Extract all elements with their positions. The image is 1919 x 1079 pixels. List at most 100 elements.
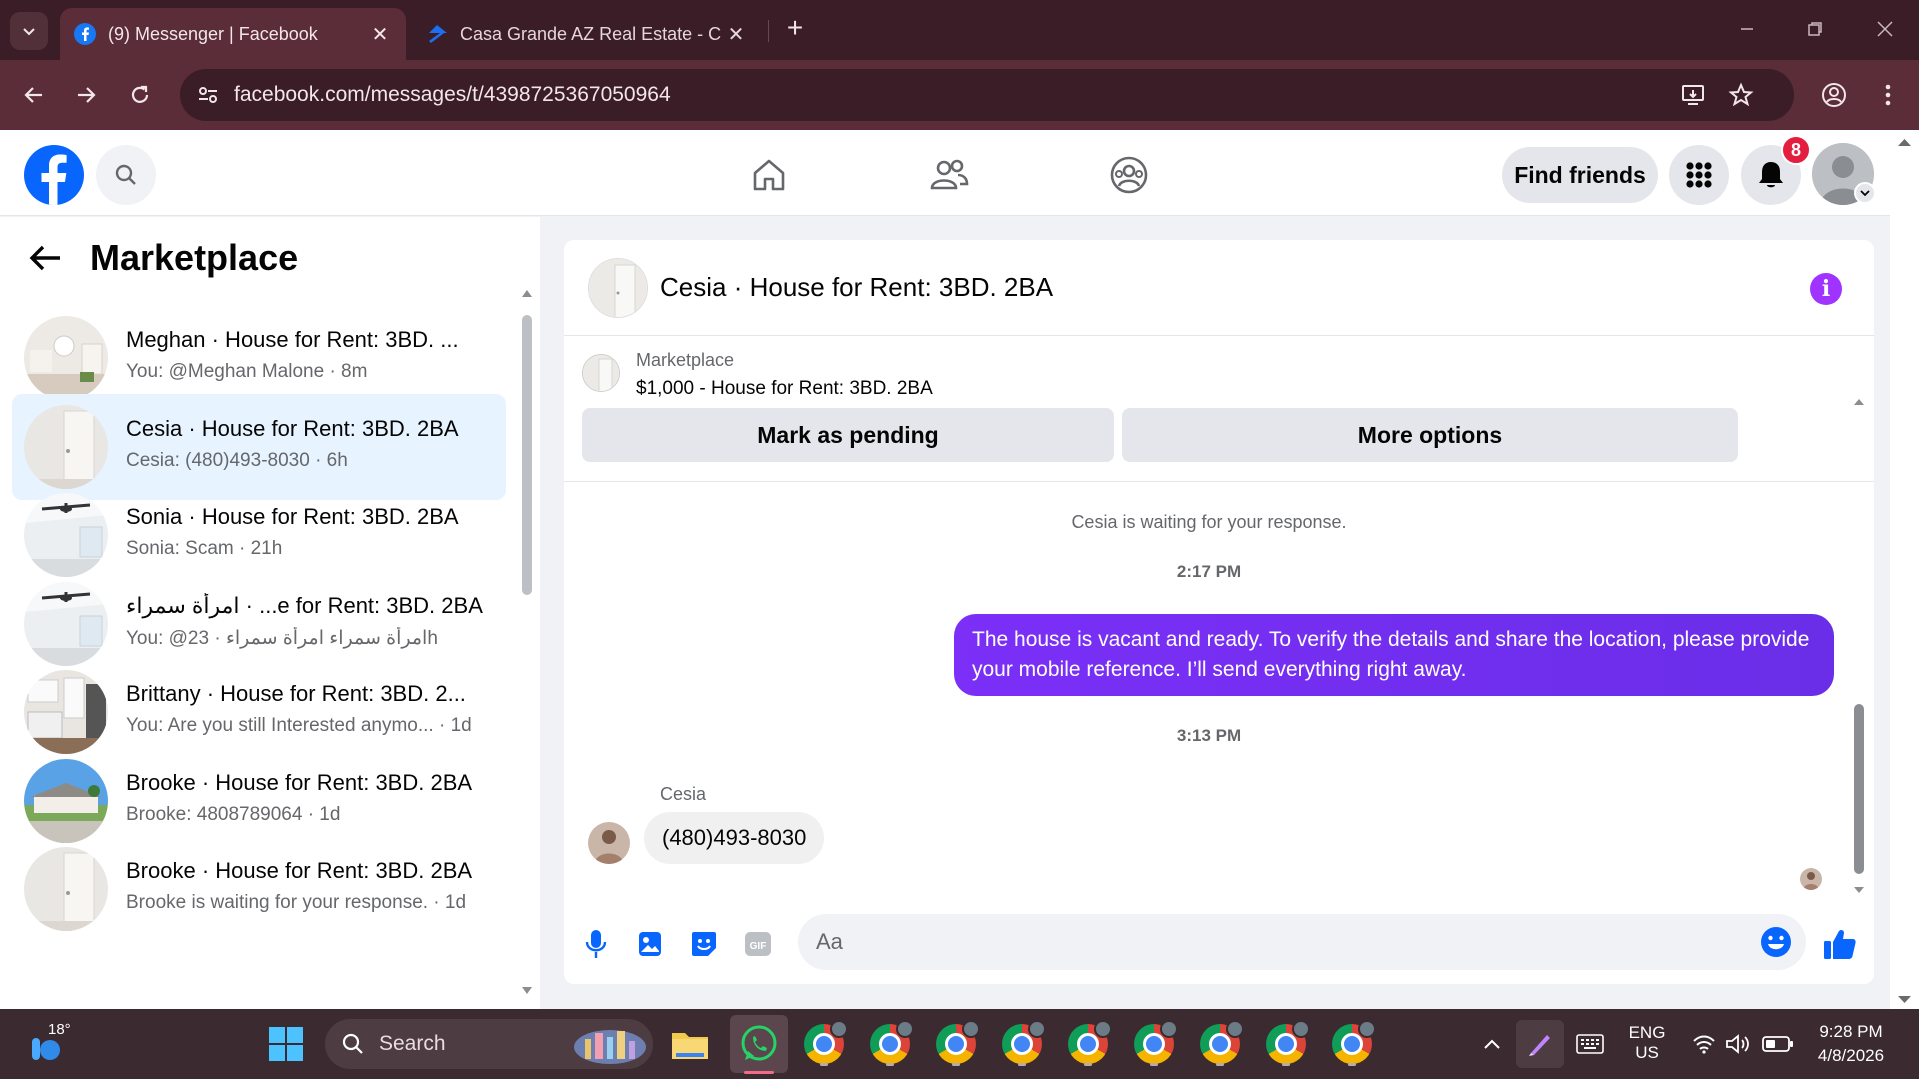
show-hidden-icons-chevron-icon[interactable]	[1468, 1020, 1516, 1068]
sticker-icon[interactable]	[686, 926, 722, 962]
windows-taskbar: 18° Search ENG US 9:28 PM 4/8/2026	[0, 1009, 1919, 1079]
taskbar-search[interactable]: Search	[325, 1019, 653, 1069]
whatsapp-icon[interactable]	[730, 1015, 788, 1074]
timestamp: 2:17 PM	[1176, 562, 1242, 581]
gif-icon[interactable]: GIF	[740, 926, 776, 962]
tab-real-estate[interactable]: Casa Grande AZ Real Estate - C ✕	[412, 8, 762, 60]
photo-icon[interactable]	[632, 926, 668, 962]
install-app-icon[interactable]	[1680, 82, 1706, 108]
conversation-title: Meghan · House for Rent: 3BD. ...	[126, 327, 459, 352]
input-language-indicator[interactable]: ENG US	[1626, 1023, 1668, 1063]
sender-avatar[interactable]	[588, 822, 630, 864]
conversation-item[interactable]: Brooke · House for Rent: 3BD. 2BA Brooke …	[12, 836, 506, 942]
listing-thumbnail[interactable]	[582, 354, 620, 392]
outgoing-message-bubble[interactable]: The house is vacant and ready. To verify…	[954, 614, 1834, 696]
back-arrow-icon[interactable]	[16, 77, 52, 113]
site-settings-icon[interactable]	[196, 83, 220, 107]
conversation-preview: Brooke: 4808789064 · 1d	[126, 803, 341, 825]
back-arrow-icon[interactable]	[28, 243, 62, 273]
forward-arrow-icon[interactable]	[68, 77, 104, 113]
taskbar-search-label: Search	[379, 1032, 446, 1055]
sidebar-scrollbar-thumb[interactable]	[522, 315, 532, 595]
address-bar[interactable]: facebook.com/messages/t/4398725367050964	[180, 69, 1794, 121]
conversation-preview: You: @امرأة سمراء امرأة سمراء · 23h	[126, 627, 438, 649]
chat-scroll-up-arrow-icon[interactable]	[1853, 396, 1865, 408]
chat-panel: Cesia · House for Rent: 3BD. 2BA i Marke…	[564, 240, 1874, 984]
account-chevron-down-icon[interactable]	[1854, 182, 1876, 204]
info-icon[interactable]: i	[1810, 273, 1842, 305]
profile-icon[interactable]	[1816, 77, 1852, 113]
more-options-button[interactable]: More options	[1122, 408, 1738, 462]
minimize-icon[interactable]	[1732, 14, 1762, 44]
seen-by-avatar	[1800, 868, 1822, 890]
clock[interactable]: 9:28 PM 4/8/2026	[1806, 1022, 1896, 1066]
chat-scroll-down-arrow-icon[interactable]	[1853, 884, 1865, 896]
facebook-logo-icon[interactable]	[24, 145, 84, 205]
kebab-menu-icon[interactable]	[1870, 77, 1906, 113]
clock-date: 4/8/2026	[1817, 1046, 1885, 1065]
restore-icon[interactable]	[1800, 14, 1830, 44]
conversation-preview: Sonia: Scam · 21h	[126, 538, 283, 559]
close-window-icon[interactable]	[1870, 14, 1900, 44]
conversation-preview: You: @Meghan Malone · 8m	[126, 361, 368, 382]
region-code: US	[1635, 1043, 1659, 1062]
facebook-favicon-icon	[74, 23, 96, 45]
message-composer[interactable]	[798, 914, 1806, 970]
file-explorer-icon[interactable]	[666, 1020, 714, 1068]
conversation-thumbnail	[24, 758, 108, 843]
like-thumbs-up-icon[interactable]	[1822, 926, 1858, 962]
find-friends-button[interactable]: Find friends	[1502, 147, 1658, 203]
close-tab-icon[interactable]: ✕	[724, 22, 748, 47]
conversation-thumbnail	[24, 670, 108, 754]
touch-keyboard-icon[interactable]	[1566, 1020, 1614, 1068]
conversation-title: امرأة سمراء · ...e for Rent: 3BD. 2BA	[126, 592, 483, 618]
menu-grid-icon[interactable]	[1669, 145, 1729, 205]
reload-icon[interactable]	[122, 77, 158, 113]
chrome-profile-1-icon[interactable]	[800, 1020, 848, 1068]
chat-scrollbar-thumb[interactable]	[1854, 704, 1864, 874]
conversation-title: Brooke · House for Rent: 3BD. 2BA	[126, 769, 473, 795]
battery-icon[interactable]	[1754, 1020, 1802, 1068]
conversation-thumbnail	[24, 316, 108, 400]
emoji-icon[interactable]	[1758, 924, 1794, 960]
browser-tab-bar: (9) Messenger | Facebook ✕ Casa Grande A…	[0, 0, 1919, 60]
chrome-profile-6-icon[interactable]	[1130, 1020, 1178, 1068]
new-tab-button[interactable]: +	[780, 14, 810, 44]
page-scrollbar[interactable]	[1890, 130, 1919, 1009]
chat-listing-thumbnail[interactable]	[588, 258, 648, 318]
chrome-profile-2-icon[interactable]	[866, 1020, 914, 1068]
mark-as-pending-button[interactable]: Mark as pending	[582, 408, 1114, 462]
chrome-profile-8-icon[interactable]	[1262, 1020, 1310, 1068]
chrome-profile-3-icon[interactable]	[932, 1020, 980, 1068]
tab-messenger[interactable]: (9) Messenger | Facebook ✕	[60, 8, 406, 60]
conversation-preview: You: Are you still Interested anymo... ·…	[126, 715, 472, 736]
close-tab-icon[interactable]: ✕	[368, 22, 392, 47]
microphone-icon[interactable]	[578, 926, 614, 962]
timestamp: 3:13 PM	[1176, 726, 1242, 745]
groups-icon[interactable]	[1104, 150, 1154, 200]
message-input[interactable]	[816, 914, 1756, 970]
listing-title[interactable]: $1,000 - House for Rent: 3BD. 2BA	[636, 378, 933, 400]
pen-menu-icon[interactable]	[1516, 1020, 1564, 1068]
conversation-thumbnail	[24, 847, 108, 931]
notification-count-badge: 8	[1781, 135, 1811, 165]
sidebar-title: Marketplace	[90, 237, 299, 278]
conversation-thumbnail	[24, 404, 108, 489]
sender-name: Cesia	[660, 784, 707, 804]
waiting-status-text: Cesia is waiting for your response.	[1071, 512, 1347, 532]
search-icon[interactable]	[96, 145, 156, 205]
tab-search-dropdown-button[interactable]	[10, 12, 48, 50]
chat-title[interactable]: Cesia · House for Rent: 3BD. 2BA	[660, 272, 1053, 303]
windows-start-icon[interactable]	[262, 1020, 310, 1068]
conversation-title: Brooke · House for Rent: 3BD. 2BA	[126, 858, 473, 883]
home-icon[interactable]	[744, 150, 794, 200]
incoming-message-bubble[interactable]: (480)493-8030	[644, 812, 825, 864]
chrome-profile-5-icon[interactable]	[1064, 1020, 1112, 1068]
chrome-profile-9-icon[interactable]	[1328, 1020, 1376, 1068]
search-highlight-city-icon	[573, 1023, 647, 1065]
chat-header: Cesia · House for Rent: 3BD. 2BA i	[564, 240, 1874, 336]
friends-icon[interactable]	[924, 150, 974, 200]
bookmark-star-icon[interactable]	[1728, 82, 1754, 108]
chrome-profile-7-icon[interactable]	[1196, 1020, 1244, 1068]
chrome-profile-4-icon[interactable]	[998, 1020, 1046, 1068]
